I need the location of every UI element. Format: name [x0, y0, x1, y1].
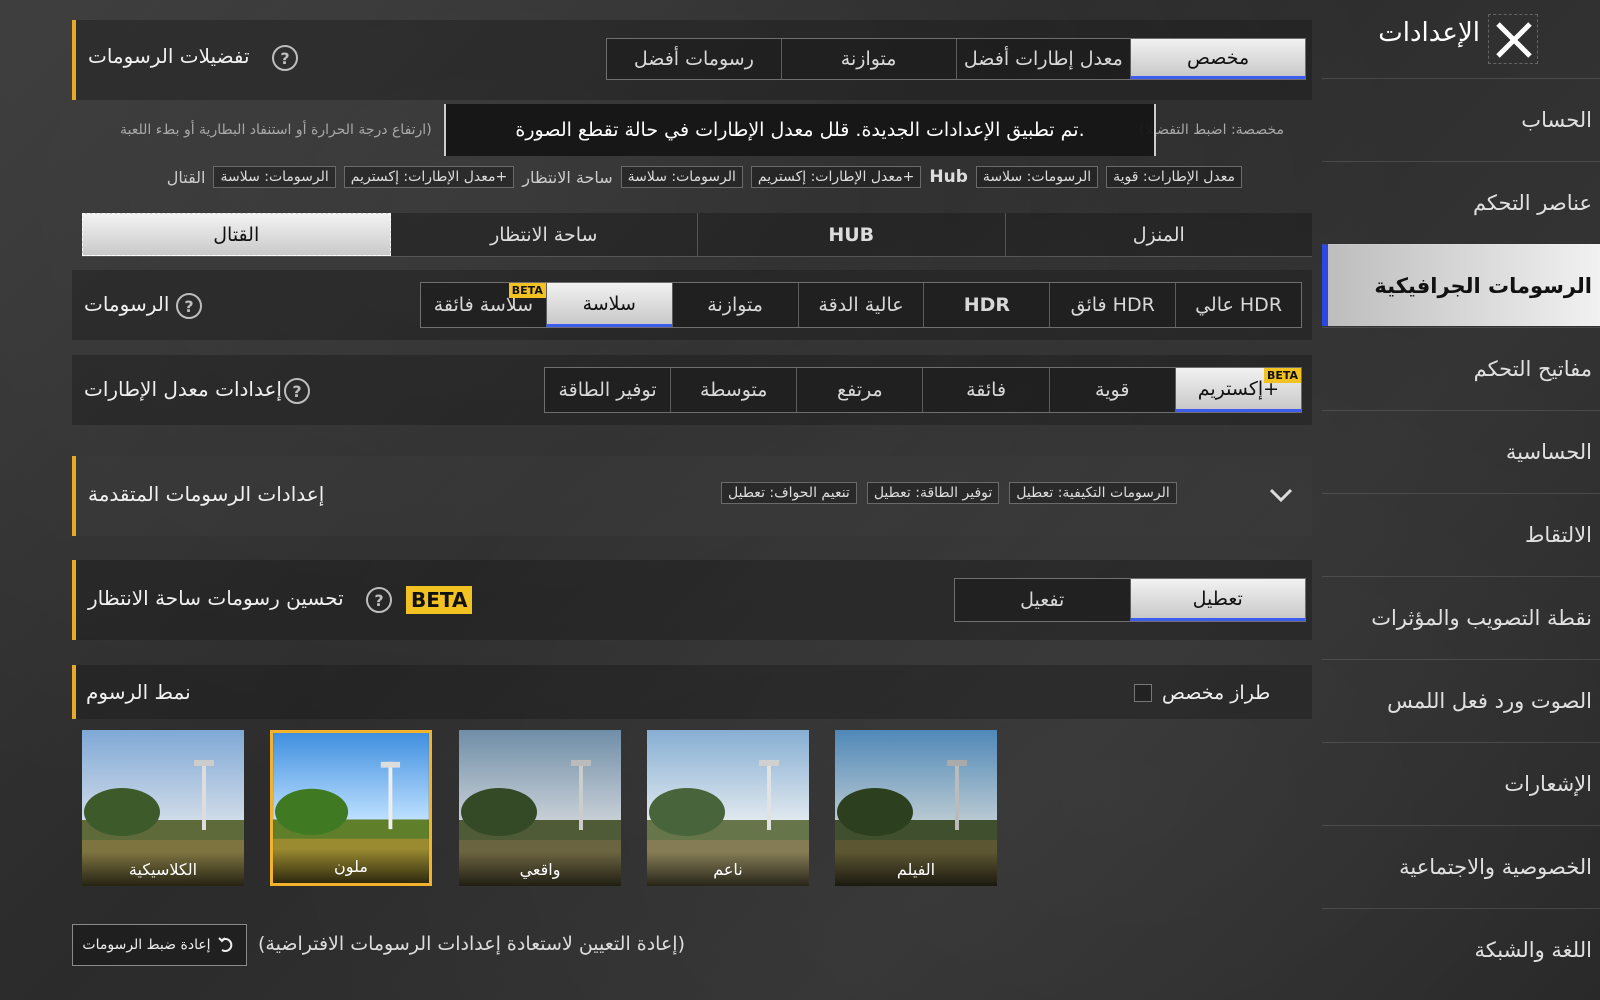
sidebar-item-crosshair[interactable]: نقطة التصويب والمؤثرات	[1322, 576, 1600, 658]
graphics-quality-selector: عالي HDR فائق HDR HDR عالية الدقة متوازن…	[420, 282, 1302, 328]
framerate-option-power-saving[interactable]: توفير الطاقة	[545, 368, 670, 412]
sidebar-item-account[interactable]: الحساب	[1322, 78, 1600, 160]
lobby-optimization-title: تحسين رسومات ساحة الانتظار	[88, 586, 344, 610]
chevron-down-icon[interactable]	[1266, 480, 1296, 510]
sidebar-item-pickup[interactable]: الالتقاط	[1322, 493, 1600, 575]
pref-option-better-fps[interactable]: معدل إطارات أفضل	[955, 39, 1131, 79]
pref-option-better-graphics[interactable]: رسومات أفضل	[607, 39, 781, 79]
graphics-option-hdr-ultra[interactable]: فائق HDR	[1049, 283, 1175, 327]
advanced-graphics-row[interactable]: إعدادات الرسومات المتقدمة الرسومات التكي…	[72, 456, 1312, 536]
graphics-quality-label: الرسومات	[84, 292, 170, 316]
lobby-optimization-row: تحسين رسومات ساحة الانتظار ? BETA تعطيل …	[72, 560, 1312, 640]
prefs-hint-end: ارتفاع درجة الحرارة أو استنفاد البطارية …	[120, 122, 432, 138]
power-saving-chip: توفير الطاقة: تعطيل	[866, 482, 1000, 504]
framerate-row: إعدادات معدل الإطارات ? إكستريم+ BETA قوي…	[72, 355, 1312, 425]
sidebar-item-sensitivity[interactable]: الحساسية	[1322, 410, 1600, 492]
sidebar-item-control-keys[interactable]: مفاتيح التحكم	[1322, 327, 1600, 409]
help-icon[interactable]: ?	[272, 45, 298, 71]
sidebar-item-notifications[interactable]: الإشعارات	[1322, 742, 1600, 824]
graphics-option-ultra-smooth[interactable]: سلاسة فائقة BETA	[421, 283, 546, 327]
framerate-option-ultra[interactable]: فائقة	[922, 368, 1048, 412]
graphics-option-smooth[interactable]: سلاسة	[545, 283, 672, 327]
reset-graphics-button[interactable]: إعادة ضبط الرسومات	[72, 924, 247, 966]
summary-chip: معدل الإطارات: إكستريم+	[750, 166, 922, 188]
pref-option-custom[interactable]: مخصص	[1130, 39, 1305, 79]
style-thumb-caption: ناعم	[647, 852, 809, 886]
framerate-option-high[interactable]: مرتفع	[796, 368, 922, 412]
sidebar-item-audio[interactable]: الصوت ورد فعل اللمس	[1322, 659, 1600, 741]
graphics-preferences-title: تفضيلات الرسومات	[88, 44, 250, 68]
beta-badge: BETA	[1263, 368, 1301, 383]
style-thumb-caption: الكلاسيكية	[82, 852, 244, 886]
graphics-style-title: نمط الرسوم	[86, 680, 191, 704]
advanced-chips: الرسومات التكيفية: تعطيل توفير الطاقة: ت…	[721, 482, 1177, 504]
style-thumb-soft[interactable]: ناعم	[647, 730, 809, 886]
mode-summary-bar: معدل الإطارات: قوية الرسومات: سلاسة Hub …	[82, 162, 1242, 192]
style-thumb-classic[interactable]: الكلاسيكية	[82, 730, 244, 886]
beta-badge: BETA	[508, 283, 546, 298]
tab-lobby[interactable]: ساحة الانتظار	[391, 213, 698, 256]
framerate-label: إعدادات معدل الإطارات	[84, 377, 282, 401]
lobby-optimization-toggle: تعطيل تفعيل	[954, 578, 1306, 622]
settings-sidebar: الإعدادات الحساب عناصر التحكم الرسومات ا…	[1322, 0, 1600, 1000]
help-icon[interactable]: ?	[284, 378, 310, 404]
summary-lobby-label: ساحة الانتظار	[522, 167, 613, 187]
graphics-option-balanced[interactable]: متوازنة	[671, 283, 798, 327]
sidebar-item-graphics[interactable]: الرسومات الجرافيكية	[1322, 244, 1600, 326]
settings-applied-toast: تم تطبيق الإعدادات الجديدة. قلل معدل الإ…	[444, 104, 1156, 156]
mode-tabs: المنزل HUB ساحة الانتظار القتال	[82, 213, 1312, 257]
lobby-option-disable[interactable]: تعطيل	[1129, 579, 1305, 621]
graphics-option-hdr-high[interactable]: عالي HDR	[1175, 283, 1301, 327]
summary-hub-label: Hub	[929, 167, 968, 187]
style-thumb-caption: الفيلم	[835, 852, 997, 886]
close-icon	[1496, 22, 1532, 58]
reset-note: (إعادة التعيين لاستعادة إعدادات الرسومات…	[258, 933, 685, 955]
advanced-graphics-title: إعدادات الرسومات المتقدمة	[88, 482, 325, 506]
sidebar-item-privacy[interactable]: الخصوصية والاجتماعية	[1322, 825, 1600, 907]
summary-chip: الرسومات: سلاسة	[620, 166, 743, 188]
framerate-selector: إكستريم+ BETA قوية فائقة مرتفع متوسطة توف…	[544, 367, 1302, 413]
beta-badge: BETA	[406, 586, 473, 614]
summary-combat-label: القتال	[166, 167, 206, 187]
graphics-option-hd[interactable]: عالية الدقة	[797, 283, 924, 327]
pref-option-balanced[interactable]: متوازنة	[780, 39, 956, 79]
summary-chip: معدل الإطارات: قوية	[1106, 166, 1242, 188]
sidebar-item-language[interactable]: اللغة والشبكة	[1322, 908, 1600, 990]
help-icon[interactable]: ?	[176, 293, 202, 319]
graphics-preferences-selector: مخصص معدل إطارات أفضل متوازنة رسومات أفض…	[606, 38, 1306, 80]
summary-chip: الرسومات: سلاسة	[975, 166, 1099, 188]
sidebar-item-controls[interactable]: عناصر التحكم	[1322, 161, 1600, 243]
style-thumb-caption: ملون	[273, 849, 429, 883]
prefs-hint-start: (مخصصة: اضبط التفضيلا	[1139, 122, 1284, 138]
graphics-option-hdr[interactable]: HDR	[923, 283, 1049, 327]
help-icon[interactable]: ?	[366, 587, 392, 613]
custom-style-label: طراز مخصص	[1162, 682, 1271, 704]
close-button[interactable]	[1488, 14, 1538, 64]
anti-aliasing-chip: تنعيم الحواف: تعطيل	[721, 482, 857, 504]
lobby-option-enable[interactable]: تفعيل	[955, 579, 1130, 621]
adaptive-graphics-chip: الرسومات التكيفية: تعطيل	[1009, 482, 1177, 504]
reset-icon	[217, 937, 232, 952]
style-thumb-film[interactable]: الفيلم	[835, 730, 997, 886]
graphics-style-row: نمط الرسوم طراز مخصص	[72, 665, 1312, 719]
tab-combat[interactable]: القتال	[82, 213, 391, 256]
graphics-preferences-row: تفضيلات الرسومات ? مخصص معدل إطارات أفضل…	[72, 20, 1312, 100]
framerate-option-strong[interactable]: قوية	[1048, 368, 1175, 412]
style-thumb-caption: واقعي	[459, 852, 621, 886]
settings-title: الإعدادات	[1378, 18, 1480, 48]
tab-home[interactable]: المنزل	[1004, 213, 1313, 256]
framerate-option-medium[interactable]: متوسطة	[670, 368, 796, 412]
style-thumb-colorful[interactable]: ملون	[270, 730, 432, 886]
framerate-option-extreme-plus[interactable]: إكستريم+ BETA	[1174, 368, 1301, 412]
custom-style-checkbox[interactable]	[1134, 684, 1152, 702]
summary-chip: الرسومات: سلاسة	[213, 166, 336, 188]
style-thumb-realistic[interactable]: واقعي	[459, 730, 621, 886]
graphics-quality-row: الرسومات ? عالي HDR فائق HDR HDR عالية ا…	[72, 270, 1312, 340]
tab-hub[interactable]: HUB	[697, 213, 1005, 256]
summary-chip: معدل الإطارات: إكستريم+	[343, 166, 515, 188]
